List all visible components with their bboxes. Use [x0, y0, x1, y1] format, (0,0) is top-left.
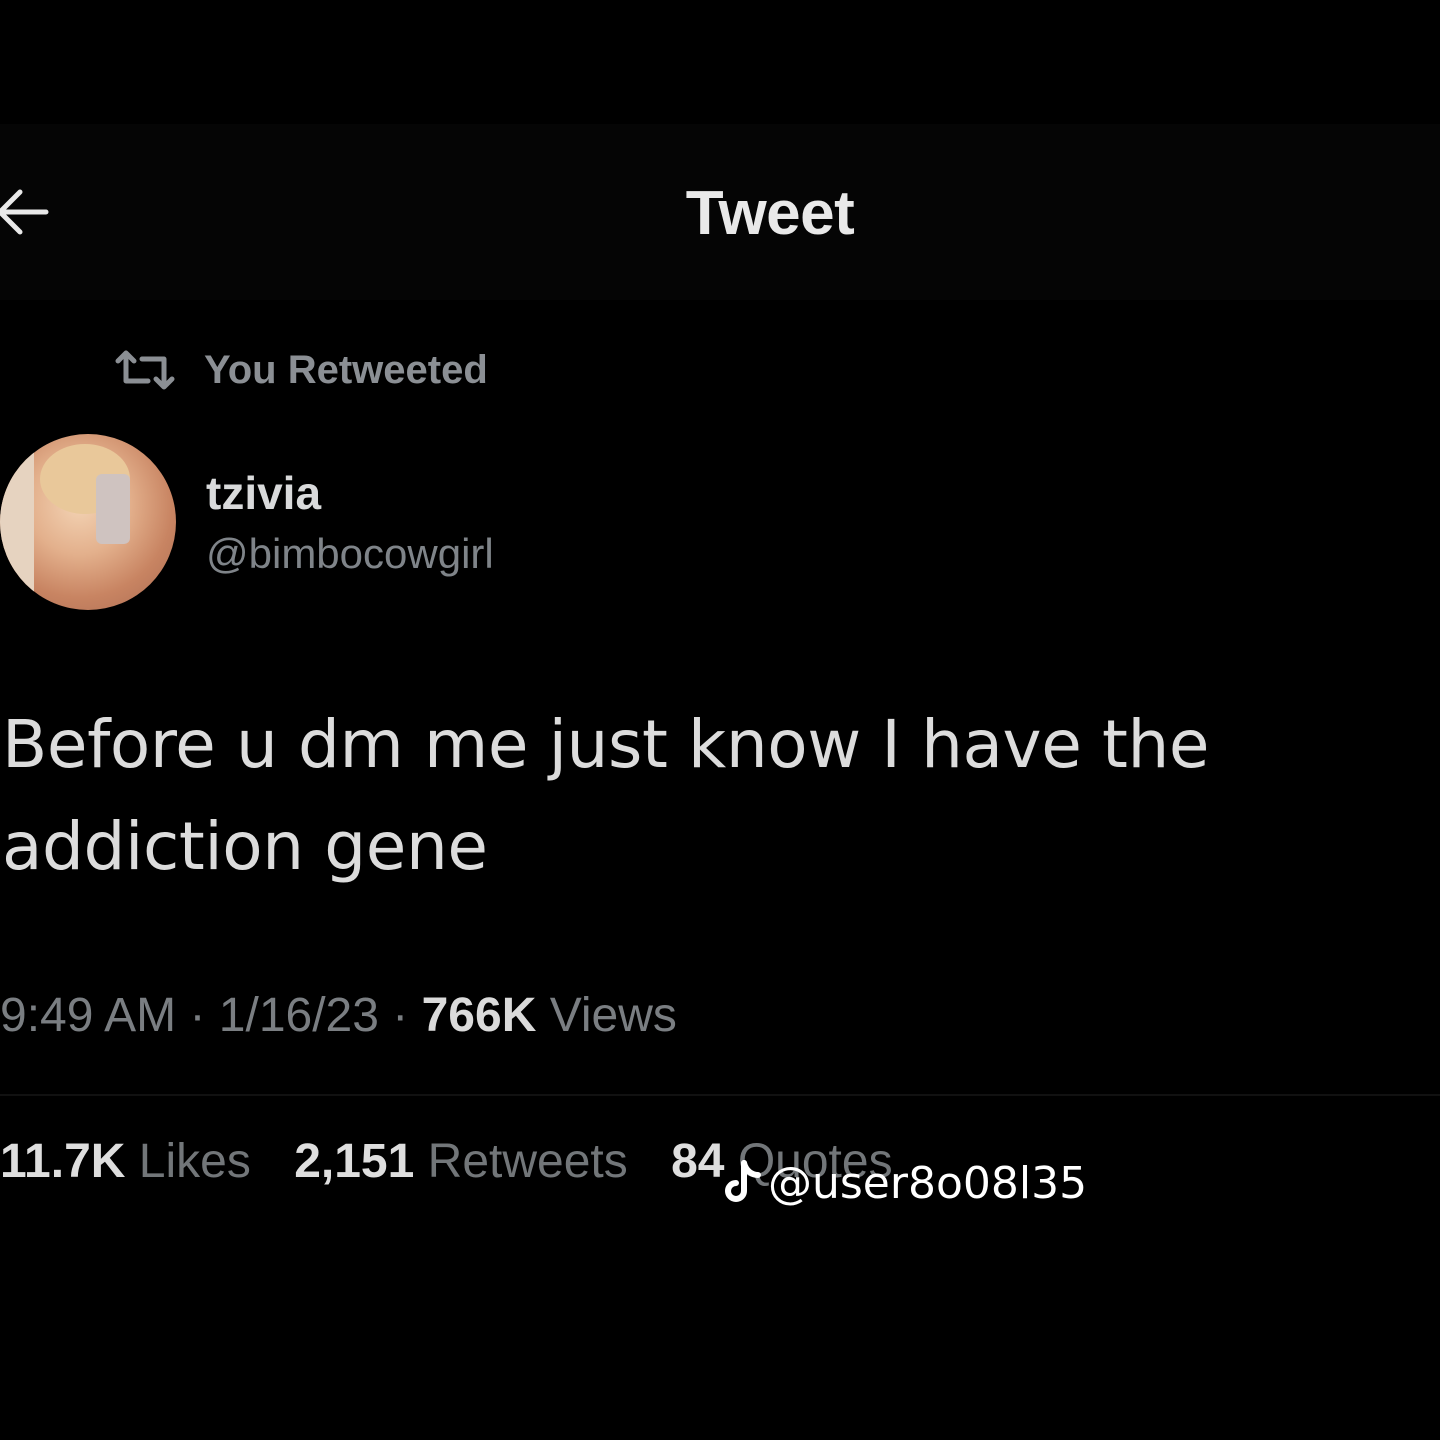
watermark-user: @user8o08l35 [768, 1158, 1088, 1209]
author-handle: @bimbocowgirl [206, 530, 494, 577]
tiktok-icon [725, 1159, 761, 1202]
quotes-count: 84 [671, 1135, 725, 1188]
retweet-context: You Retweeted [112, 340, 488, 400]
tweet-meta: 9:49 AM · 1/16/23 · 766K Views [0, 988, 677, 1043]
author-name[interactable]: tzivia [206, 466, 321, 520]
meta-separator: · [189, 989, 206, 1042]
tweet-date: 1/16/23 [218, 989, 379, 1042]
likes-stat[interactable]: 11.7K Likes [0, 1135, 251, 1188]
tweet-text: Before u dm me just know I have the addi… [2, 706, 1210, 885]
tweet-screen: Tweet You Retweeted tzivia @bimbocowgirl… [0, 0, 1440, 1440]
avatar[interactable] [0, 434, 176, 610]
retweets-count: 2,151 [294, 1135, 415, 1188]
likes-label: Likes [138, 1135, 251, 1188]
retweet-icon [115, 350, 175, 390]
views-count: 766K [421, 989, 537, 1042]
tweet-time: 9:49 AM [0, 989, 177, 1042]
divider [0, 1094, 1440, 1096]
views-label: Views [549, 989, 677, 1042]
retweets-label: Retweets [427, 1135, 628, 1188]
tiktok-watermark: @user8o08l35 [720, 1158, 1087, 1209]
meta-separator: · [392, 989, 409, 1042]
retweets-stat[interactable]: 2,151 Retweets [294, 1135, 628, 1188]
likes-count: 11.7K [0, 1135, 126, 1188]
retweet-context-label: You Retweeted [204, 347, 488, 392]
page-title: Tweet [685, 179, 855, 248]
